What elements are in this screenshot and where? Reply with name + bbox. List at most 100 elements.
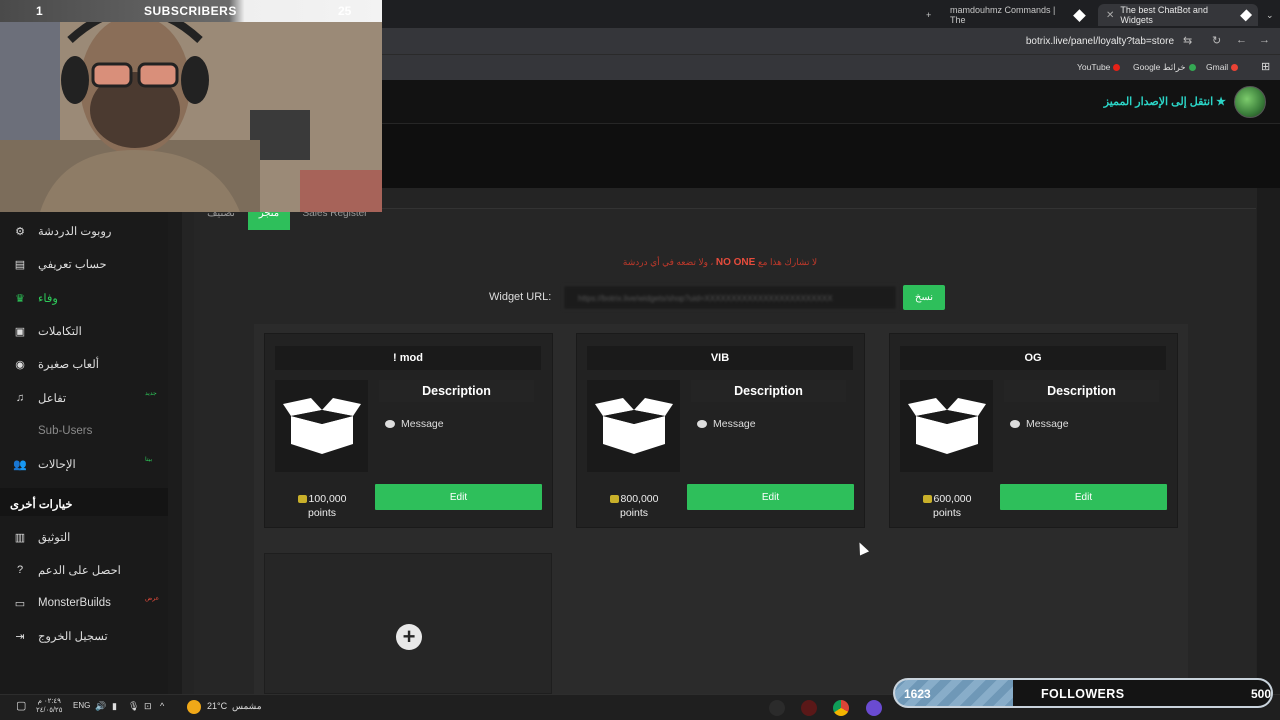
users-icon: 👥 bbox=[13, 459, 27, 471]
item-name: OG bbox=[900, 346, 1166, 370]
weather-sun-icon bbox=[187, 700, 201, 714]
logout-icon: ⇥ bbox=[15, 631, 25, 643]
bookmark-maps[interactable]: Google خرائط bbox=[1133, 62, 1196, 73]
edit-button[interactable]: Edit bbox=[687, 484, 854, 510]
item-message: Message bbox=[697, 418, 756, 430]
site-settings-icon[interactable]: ⇆ bbox=[1183, 34, 1192, 47]
browser-tab-active[interactable]: ✕ The best ChatBot and Widgets bbox=[1098, 4, 1258, 26]
puzzle-icon: ▣ bbox=[14, 326, 26, 338]
volume-icon[interactable]: 🔊 bbox=[95, 701, 106, 712]
copy-button[interactable]: نسخ bbox=[903, 285, 945, 310]
help-icon: ? bbox=[16, 564, 24, 576]
language-indicator[interactable]: ENG bbox=[73, 701, 90, 710]
trophy-icon: ♛ bbox=[15, 293, 25, 305]
store-item-card: VIB Description Message 800,000 points E… bbox=[576, 333, 865, 528]
add-item-card[interactable]: + bbox=[264, 553, 552, 694]
microphone-icon[interactable]: 🎙 bbox=[128, 701, 139, 712]
steam-icon[interactable] bbox=[769, 700, 785, 716]
battery-icon[interactable]: ▮ bbox=[112, 701, 117, 712]
box-open-icon bbox=[594, 398, 673, 454]
back-icon[interactable]: ← bbox=[1236, 34, 1247, 46]
close-tab-icon[interactable]: ✕ bbox=[1106, 10, 1114, 21]
subscribers-goal: 25 bbox=[338, 4, 352, 18]
coins-icon bbox=[609, 495, 619, 504]
sidebar-item-support[interactable]: ? احصل على الدعم bbox=[12, 559, 121, 581]
sidebar-item-profile[interactable]: ▤ حساب تعريفي bbox=[12, 253, 107, 275]
id-card-icon: ▤ bbox=[14, 259, 26, 271]
subscribers-current: 1 bbox=[36, 4, 43, 18]
sidebar: ⚙ روبوت الدردشة ▤ حساب تعريفي ♛ وفاء ▣ التكا… bbox=[0, 212, 168, 694]
url-field[interactable]: botrix.live/panel/loyalty?tab=store bbox=[1026, 36, 1174, 47]
plus-circle-icon[interactable]: + bbox=[396, 624, 422, 650]
subscribers-goal-bar: 1 SUBSCRIBERS 25 bbox=[0, 0, 382, 22]
premium-upgrade-link[interactable]: ★انتقل إلى الإصدار المميز bbox=[1104, 95, 1226, 108]
network-icon[interactable]: ⊡ bbox=[144, 701, 152, 712]
sidebar-item-referrals[interactable]: 👥 الإحالات bbox=[12, 453, 76, 475]
item-image bbox=[587, 380, 680, 472]
notifications-icon[interactable]: ▢ bbox=[16, 699, 26, 712]
reload-icon[interactable]: ↻ bbox=[1212, 34, 1221, 47]
star-icon: ★ bbox=[1216, 96, 1226, 108]
box-open-icon bbox=[282, 398, 361, 454]
sidebar-item-minigames[interactable]: ◉ ألعاب صغيرة bbox=[12, 353, 99, 375]
apps-grid-icon[interactable]: ⊞ bbox=[1261, 60, 1270, 73]
followers-goal-bar: 1623 FOLLOWERS 5000 bbox=[893, 678, 1273, 708]
comment-icon bbox=[385, 420, 395, 429]
item-message: Message bbox=[1010, 418, 1069, 430]
item-description: Description bbox=[1004, 380, 1159, 402]
bookmark-youtube[interactable]: YouTube bbox=[1077, 62, 1121, 72]
streamer-webcam-image bbox=[0, 0, 382, 212]
laptop-icon: ▭ bbox=[14, 598, 26, 610]
comment-icon bbox=[697, 420, 707, 429]
sidebar-item-logout[interactable]: ⇥ تسجيل الخروج bbox=[12, 625, 107, 647]
tab-favicon-icon bbox=[1073, 8, 1086, 22]
edit-button[interactable]: Edit bbox=[1000, 484, 1167, 510]
item-name: ! mod bbox=[275, 346, 541, 370]
widget-url-label: Widget URL: bbox=[489, 291, 552, 303]
item-image bbox=[900, 380, 993, 472]
avatar[interactable] bbox=[1234, 86, 1266, 118]
webcam-overlay: 1 SUBSCRIBERS 25 bbox=[0, 0, 382, 212]
item-price: 600,000 points bbox=[914, 492, 980, 520]
sidebar-item-sub-users[interactable]: ●Sub-Users bbox=[12, 420, 92, 442]
chevron-up-icon[interactable]: ^ bbox=[160, 701, 164, 711]
sidebar-item-interaction[interactable]: ♫ تفاعل bbox=[12, 387, 66, 409]
sidebar-item-monsterbuilds[interactable]: ▭ MonsterBuilds bbox=[12, 592, 111, 614]
widget-url-field[interactable]: https://botrix.live/widgets/shop?uid=XXX… bbox=[563, 285, 897, 310]
sidebar-item-chatbot[interactable]: ⚙ روبوت الدردشة bbox=[12, 220, 111, 242]
beta-badge: بيتا bbox=[145, 457, 153, 463]
sidebar-item-docs[interactable]: ▥ التوثيق bbox=[12, 526, 71, 548]
other-options-heading: خيارات أخرى bbox=[0, 488, 168, 516]
robot-icon: ⚙ bbox=[15, 226, 25, 238]
followers-current: 1623 bbox=[904, 687, 931, 701]
tab-list-button[interactable]: ⌄ bbox=[1258, 4, 1280, 26]
browser-tab[interactable]: mamdouhmz Commands | The bbox=[942, 4, 1092, 26]
tab-favicon-icon bbox=[1239, 8, 1252, 22]
forward-icon[interactable]: → bbox=[1259, 34, 1270, 46]
bookmark-gmail[interactable]: Gmail bbox=[1206, 62, 1239, 72]
clock[interactable]: ٠٢:٤٩ م ٢٤/٠٥/٢٥ bbox=[36, 697, 62, 715]
app-icon[interactable] bbox=[866, 700, 882, 716]
subscribers-label: SUBSCRIBERS bbox=[144, 4, 237, 18]
item-price: 100,000 points bbox=[289, 492, 355, 520]
box-open-icon bbox=[907, 398, 986, 454]
app-icon[interactable] bbox=[801, 700, 817, 716]
sidebar-item-integrations[interactable]: ▣ التكاملات bbox=[12, 320, 82, 342]
item-message: Message bbox=[385, 418, 444, 430]
item-description: Description bbox=[691, 380, 846, 402]
item-description: Description bbox=[379, 380, 534, 402]
coins-icon bbox=[297, 495, 307, 504]
music-icon: ♫ bbox=[15, 392, 25, 404]
followers-label: FOLLOWERS bbox=[1041, 687, 1125, 701]
sidebar-item-loyalty[interactable]: ♛ وفاء bbox=[12, 287, 58, 309]
item-image bbox=[275, 380, 368, 472]
temperature: 21°C bbox=[207, 701, 228, 711]
security-warning: لا تشارك هذا مع NO ONE ، ولا تضعه في أي … bbox=[622, 257, 818, 268]
chrome-icon[interactable] bbox=[833, 700, 849, 716]
book-icon: ▥ bbox=[14, 532, 26, 544]
item-name: VIB bbox=[587, 346, 853, 370]
offer-badge: عرض bbox=[145, 596, 160, 602]
edit-button[interactable]: Edit bbox=[375, 484, 542, 510]
gmail-icon bbox=[1231, 64, 1239, 72]
new-tab-button[interactable]: + bbox=[918, 4, 939, 26]
